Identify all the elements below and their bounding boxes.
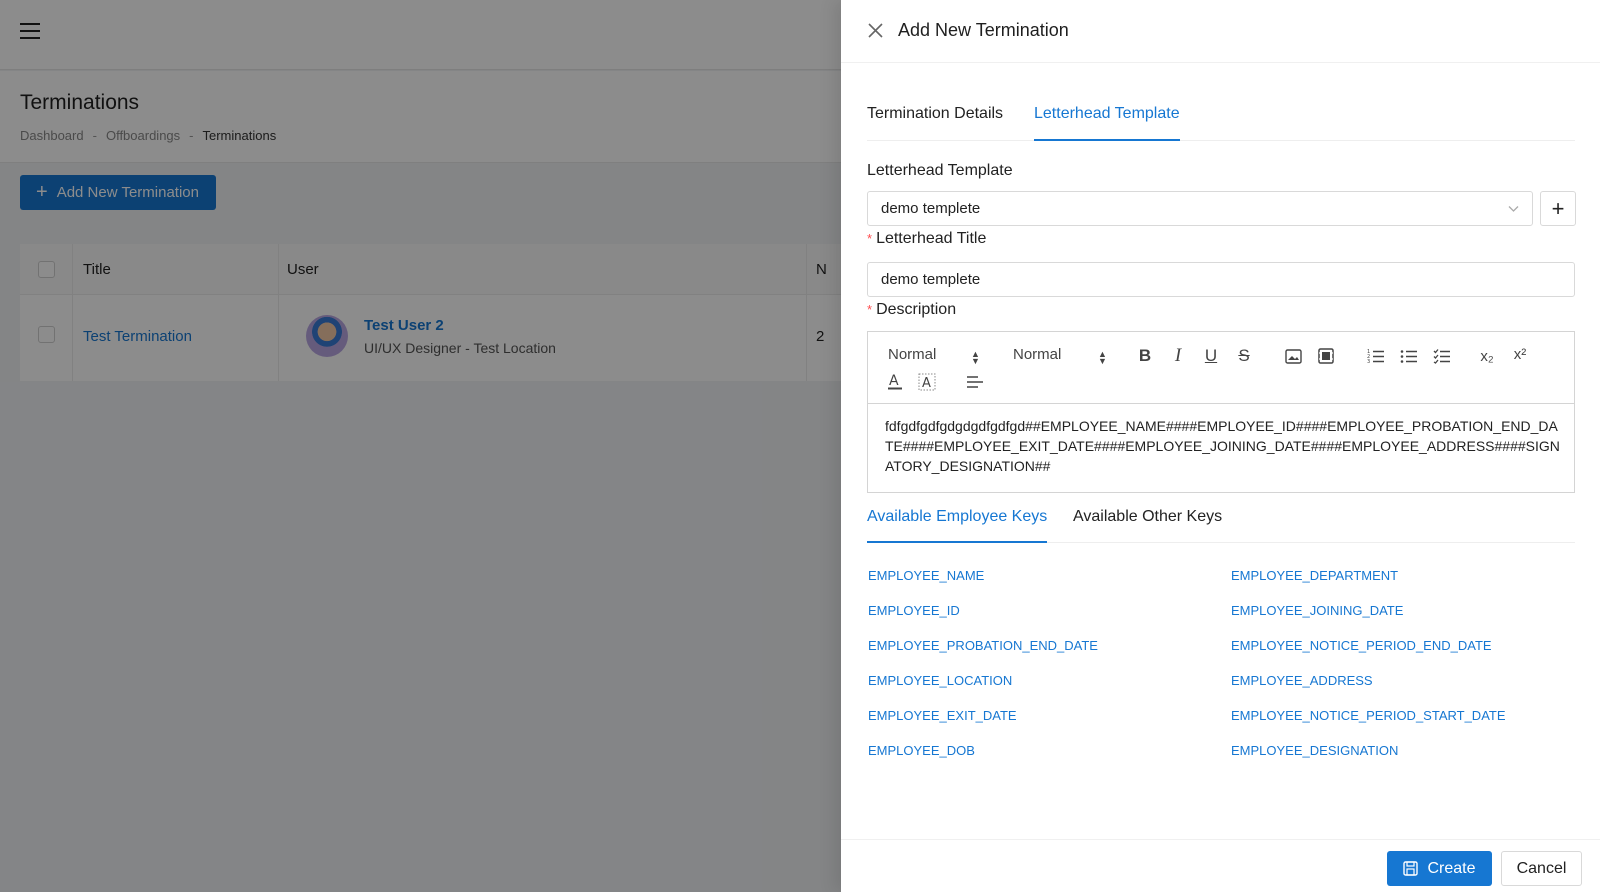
close-icon[interactable] (867, 22, 884, 39)
required-mark: * (867, 231, 873, 246)
letterhead-template-select[interactable]: demo templete (867, 191, 1533, 226)
svg-text:A: A (889, 373, 899, 389)
letterhead-title-input[interactable] (867, 262, 1575, 297)
description-label: * Description (867, 301, 956, 319)
key-link[interactable]: EMPLOYEE_NOTICE_PERIOD_END_DATE (1231, 638, 1506, 673)
video-icon[interactable] (1314, 345, 1338, 367)
editor-toolbar: Normal ▲ ▼ Normal ▲ ▼ B I U S 123 x₂ x² … (868, 332, 1574, 404)
subscript-icon[interactable]: x₂ (1475, 345, 1499, 367)
bold-icon[interactable]: B (1133, 345, 1157, 367)
drawer-footer: Create Cancel (841, 839, 1600, 892)
tab-termination-details[interactable]: Termination Details (867, 105, 1003, 141)
tab-available-employee-keys[interactable]: Available Employee Keys (867, 508, 1048, 543)
add-template-button[interactable]: + (1540, 191, 1576, 226)
image-icon[interactable] (1281, 345, 1305, 367)
align-icon[interactable] (963, 371, 987, 393)
key-link[interactable]: EMPLOYEE_LOCATION (868, 673, 1098, 708)
superscript-icon[interactable]: x² (1508, 343, 1532, 365)
save-icon (1403, 861, 1419, 876)
heading-select[interactable]: Normal (888, 346, 936, 363)
key-link[interactable]: EMPLOYEE_NAME (868, 568, 1098, 603)
letterhead-template-value: demo templete (881, 200, 981, 217)
create-button[interactable]: Create (1387, 851, 1492, 886)
italic-icon[interactable]: I (1166, 345, 1190, 367)
font-size-select[interactable]: Normal (1013, 346, 1061, 363)
font-size-select-value: Normal (1013, 346, 1062, 363)
heading-select-value: Normal (888, 346, 937, 363)
required-mark: * (867, 302, 873, 317)
drawer-title: Add New Termination (898, 20, 1069, 40)
create-button-label: Create (1427, 859, 1476, 877)
svg-text:3: 3 (1367, 359, 1370, 364)
ordered-list-icon[interactable]: 123 (1363, 345, 1387, 367)
key-link[interactable]: EMPLOYEE_DOB (868, 743, 1098, 778)
underline-icon[interactable]: U (1199, 345, 1223, 367)
tab-available-other-keys[interactable]: Available Other Keys (1073, 508, 1222, 543)
text-color-icon[interactable]: A (883, 371, 907, 393)
key-link[interactable]: EMPLOYEE_NOTICE_PERIOD_START_DATE (1231, 708, 1506, 743)
employee-keys-right: EMPLOYEE_DEPARTMENT EMPLOYEE_JOINING_DAT… (1231, 568, 1506, 778)
plus-icon: + (1551, 195, 1565, 221)
add-termination-drawer: Add New Termination Termination Details … (841, 0, 1600, 892)
bullet-list-icon[interactable] (1396, 345, 1420, 367)
letterhead-title-label: * Letterhead Title (867, 230, 986, 248)
description-label-text: Description (876, 301, 957, 318)
updown-icon: ▲ ▼ (971, 349, 980, 366)
checklist-icon[interactable] (1429, 345, 1453, 367)
tab-letterhead-template[interactable]: Letterhead Template (1034, 105, 1180, 141)
highlight-color-icon[interactable]: A (915, 371, 939, 393)
key-link[interactable]: EMPLOYEE_ADDRESS (1231, 673, 1506, 708)
employee-keys-left: EMPLOYEE_NAME EMPLOYEE_ID EMPLOYEE_PROBA… (868, 568, 1098, 778)
description-editor-content[interactable]: fdfgdfgdfgdgdgdfgdfgd##EMPLOYEE_NAME####… (885, 416, 1561, 476)
updown-icon: ▲ ▼ (1098, 349, 1107, 366)
keys-tabs: Available Employee Keys Available Other … (867, 505, 1575, 543)
rich-text-editor: Normal ▲ ▼ Normal ▲ ▼ B I U S 123 x₂ x² … (867, 331, 1575, 493)
chevron-down-icon (1508, 206, 1519, 212)
key-link[interactable]: EMPLOYEE_ID (868, 603, 1098, 638)
strikethrough-icon[interactable]: S (1232, 345, 1256, 367)
svg-text:A: A (922, 376, 931, 391)
drawer-header: Add New Termination (841, 0, 1600, 63)
drawer-tabs: Termination Details Letterhead Template (867, 95, 1575, 141)
letterhead-title-label-text: Letterhead Title (876, 230, 987, 247)
key-link[interactable]: EMPLOYEE_DEPARTMENT (1231, 568, 1506, 603)
key-link[interactable]: EMPLOYEE_PROBATION_END_DATE (868, 638, 1098, 673)
cancel-button[interactable]: Cancel (1501, 851, 1582, 886)
key-link[interactable]: EMPLOYEE_EXIT_DATE (868, 708, 1098, 743)
letterhead-template-label: Letterhead Template (867, 162, 1013, 179)
key-link[interactable]: EMPLOYEE_JOINING_DATE (1231, 603, 1506, 638)
key-link[interactable]: EMPLOYEE_DESIGNATION (1231, 743, 1506, 778)
